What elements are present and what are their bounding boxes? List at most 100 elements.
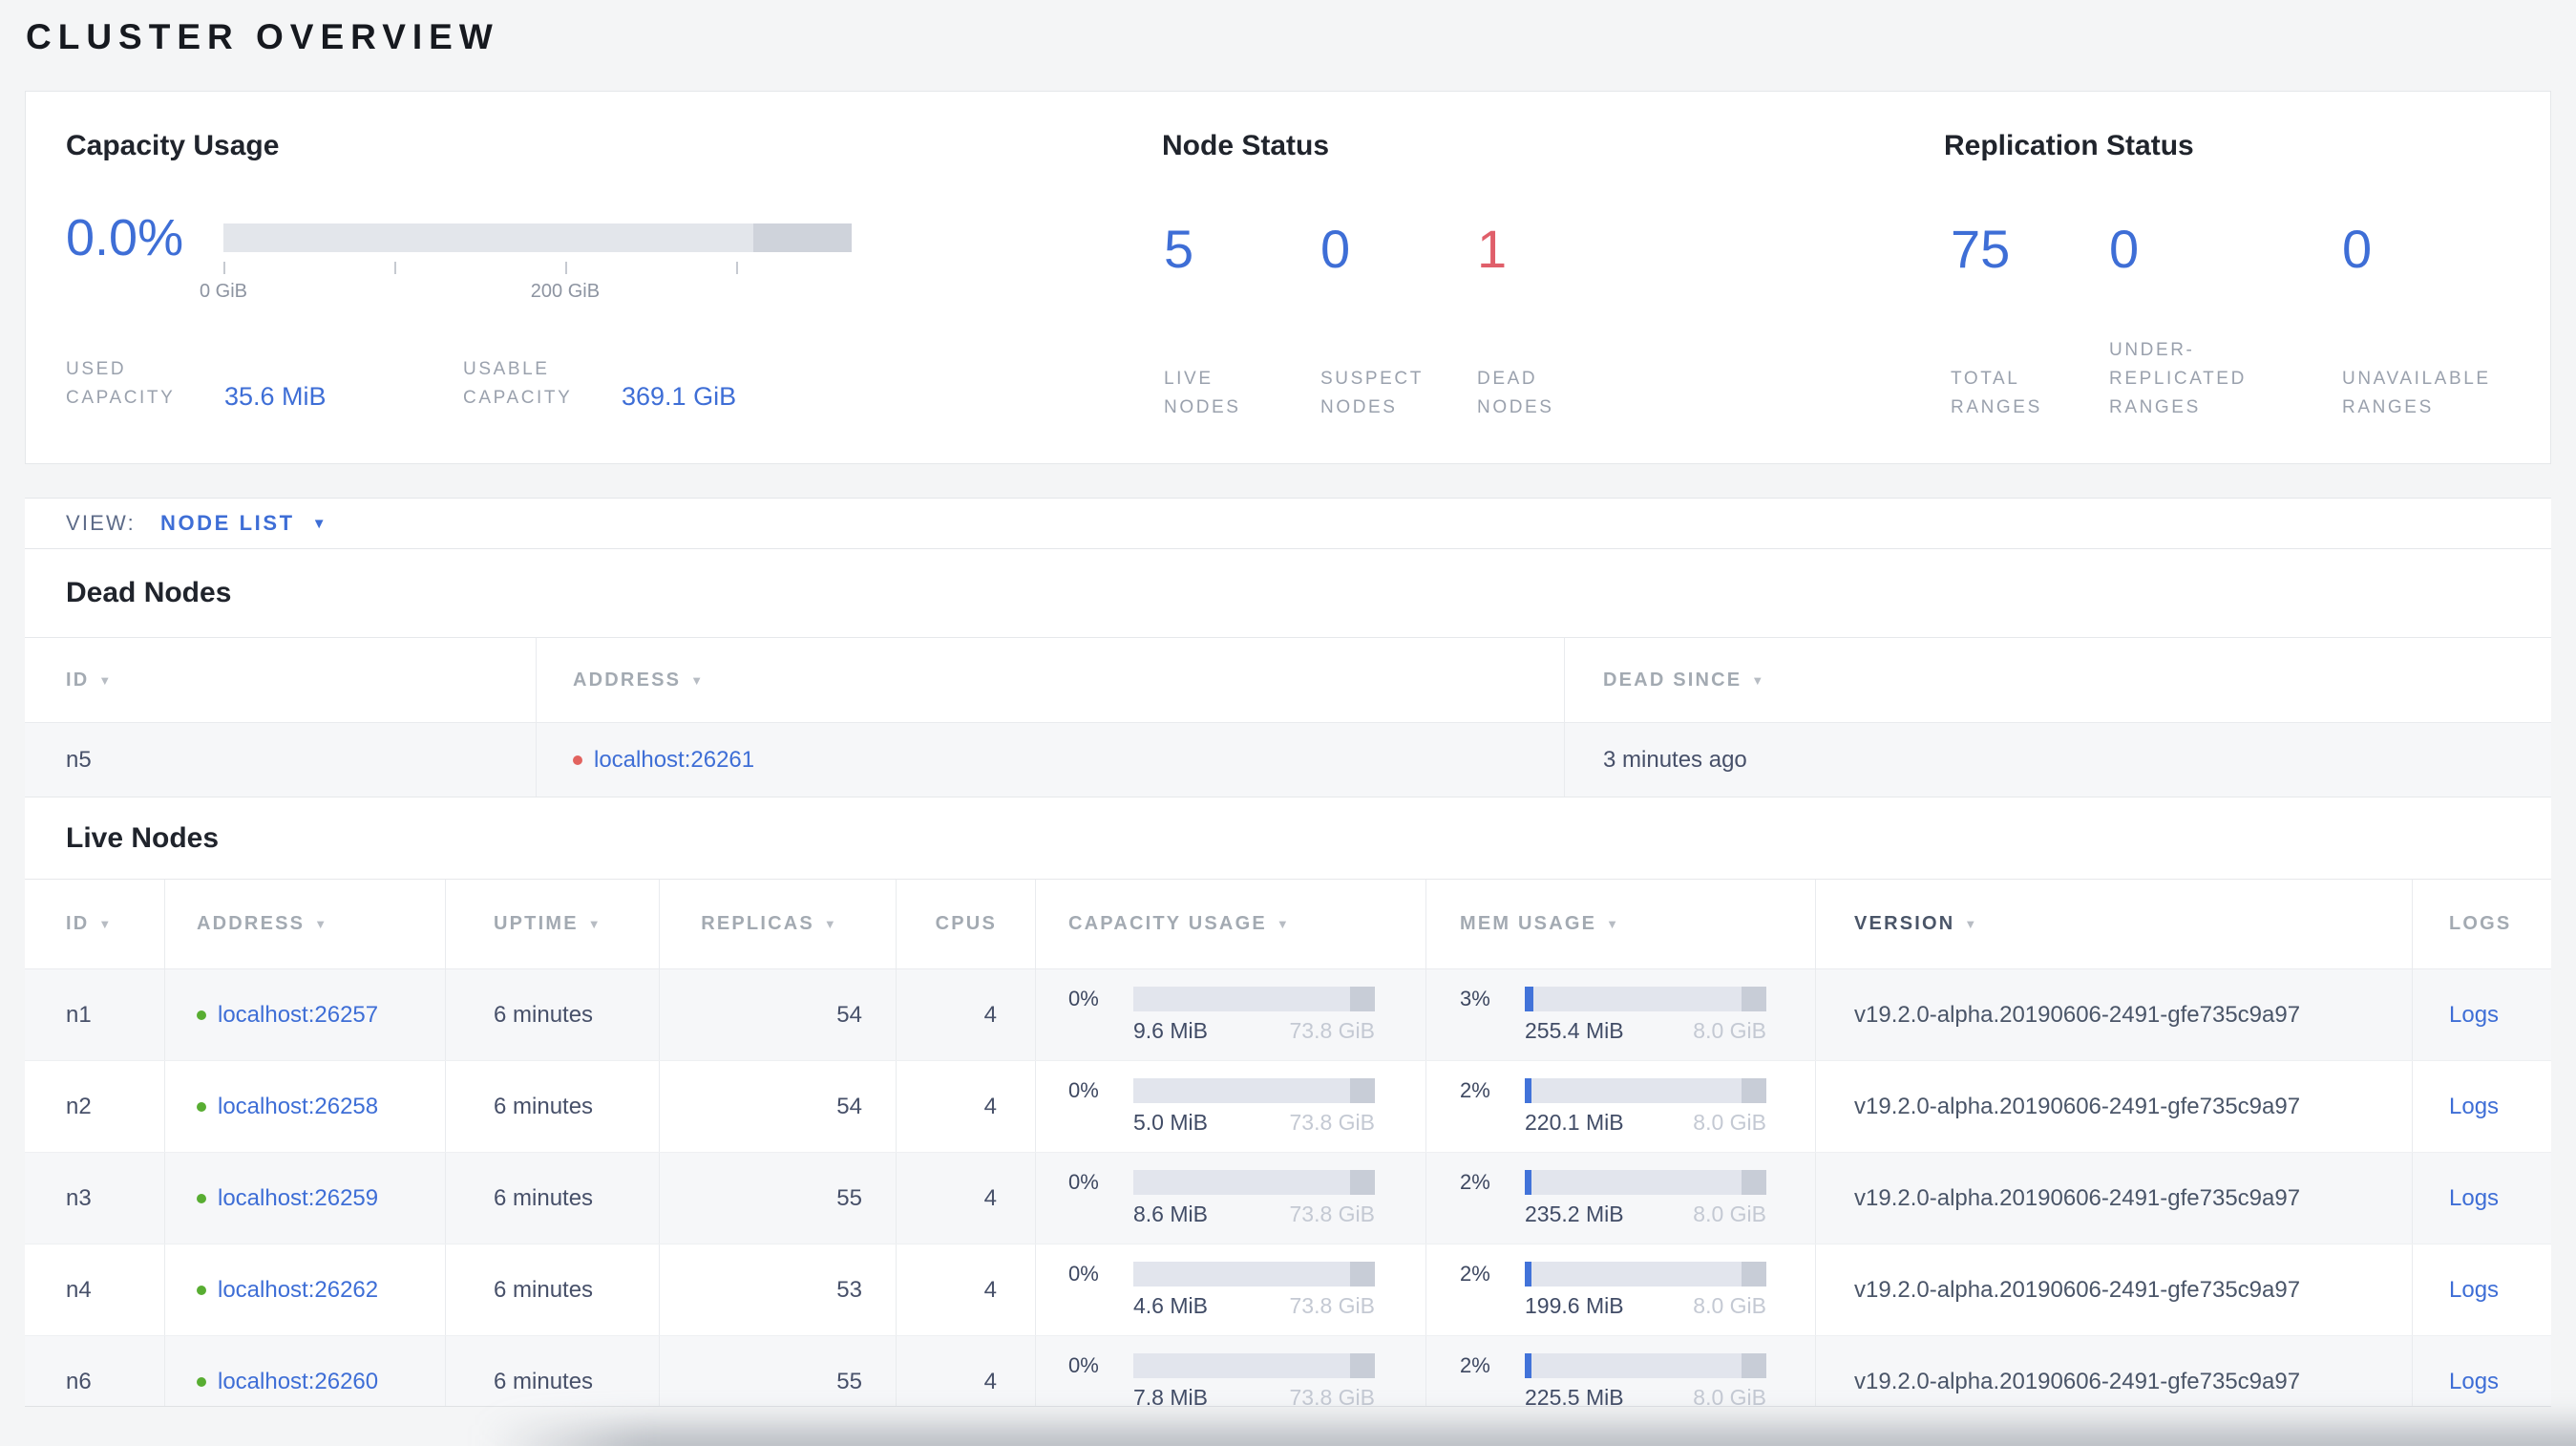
live-header-version[interactable]: VERSION ▼	[1815, 880, 2412, 968]
live-header-capacity-usage[interactable]: CAPACITY USAGE ▼	[1035, 880, 1425, 968]
column-label: UPTIME	[494, 913, 579, 934]
dead-nodes-label: DEAD NODES	[1477, 369, 1554, 417]
capacity-pct: 0%	[1068, 1169, 1099, 1194]
bar-fill	[1525, 1352, 1532, 1378]
logs-link[interactable]: Logs	[2449, 1002, 2499, 1029]
bottom-shadow	[487, 1425, 2576, 1446]
node-logs-cell: Logs	[2412, 1244, 2551, 1335]
column-label: VERSION	[1854, 913, 1955, 934]
bar-reserved-segment	[1350, 986, 1375, 1011]
dead-header-dead-since[interactable]: DEAD SINCE ▼	[1564, 638, 2551, 722]
node-address-link[interactable]: localhost:26260	[218, 1369, 378, 1395]
sort-arrow-icon: ▼	[1606, 917, 1621, 931]
mem-total: 8.0 GiB	[1693, 1109, 1766, 1135]
node-logs-cell: Logs	[2412, 1153, 2551, 1244]
node-address-link[interactable]: localhost:26259	[218, 1185, 378, 1212]
sort-arrow-icon: ▼	[690, 672, 706, 688]
node-cpus: 4	[896, 1336, 1035, 1406]
live-header-address[interactable]: ADDRESS ▼	[164, 880, 445, 968]
capacity-bar-reserved-segment	[753, 223, 852, 252]
mem-used: 235.2 MiB	[1525, 1201, 1624, 1226]
replication-status-heading: Replication Status	[1944, 130, 2194, 161]
mem-total: 8.0 GiB	[1693, 1292, 1766, 1318]
mem-used: 255.4 MiB	[1525, 1017, 1624, 1043]
node-cpus: 4	[896, 1244, 1035, 1335]
view-bar: VIEW: NODE LIST ▼	[25, 498, 2551, 549]
live-node-row: n3 localhost:26259 6 minutes 55 4 0% 8.6…	[25, 1153, 2551, 1244]
node-logs-cell: Logs	[2412, 1336, 2551, 1406]
logs-link[interactable]: Logs	[2449, 1094, 2499, 1120]
node-address-link[interactable]: localhost:26262	[218, 1277, 378, 1304]
logs-link[interactable]: Logs	[2449, 1369, 2499, 1395]
node-version: v19.2.0-alpha.20190606-2491-gfe735c9a97	[1815, 969, 2412, 1060]
mem-mini-bar	[1525, 1169, 1766, 1195]
mem-mini-bar	[1525, 1261, 1766, 1287]
node-address-link[interactable]: localhost:26258	[218, 1094, 378, 1120]
dead-nodes-table-header: ID ▼ ADDRESS ▼ DEAD SINCE ▼	[25, 638, 2551, 723]
total-ranges-stat: 75 TOTAL RANGES	[1951, 220, 2109, 422]
node-replicas: 54	[659, 1061, 896, 1152]
capacity-used: 5.0 MiB	[1133, 1109, 1208, 1135]
usable-capacity-stat: USABLE CAPACITY 369.1 GiB	[463, 355, 860, 413]
bar-reserved-segment	[1742, 986, 1766, 1011]
capacity-pct: 0%	[1068, 1077, 1099, 1102]
live-header-mem-usage[interactable]: MEM USAGE ▼	[1425, 880, 1815, 968]
live-header-cpus: CPUS	[896, 880, 1035, 968]
axis-tick-label: 200 GiB	[530, 281, 601, 302]
mem-used: 199.6 MiB	[1525, 1292, 1624, 1318]
suspect-nodes-label: SUSPECT NODES	[1320, 369, 1424, 417]
bar-fill	[1525, 1077, 1532, 1103]
under-replicated-label: UNDER- REPLICATED RANGES	[2109, 340, 2247, 417]
node-capacity-usage: 0% 8.6 MiB 73.8 GiB	[1035, 1153, 1425, 1244]
sort-arrow-icon: ▼	[314, 917, 329, 931]
node-cpus: 4	[896, 1153, 1035, 1244]
live-nodes-table-header: ID ▼ ADDRESS ▼ UPTIME ▼ REPLICAS ▼ CPUS …	[25, 880, 2551, 969]
capacity-total: 73.8 GiB	[1289, 1109, 1376, 1135]
mem-total: 8.0 GiB	[1693, 1201, 1766, 1226]
capacity-used: 8.6 MiB	[1133, 1201, 1208, 1226]
mem-used: 220.1 MiB	[1525, 1109, 1624, 1135]
node-replicas: 55	[659, 1336, 896, 1406]
used-capacity-stat: USED CAPACITY 35.6 MiB	[66, 355, 463, 413]
logs-link[interactable]: Logs	[2449, 1185, 2499, 1212]
dead-nodes-section-title: Dead Nodes	[25, 549, 2551, 638]
node-mem-usage: 3% 255.4 MiB 8.0 GiB	[1425, 969, 1815, 1060]
mem-pct: 3%	[1460, 986, 1490, 1010]
capacity-total: 73.8 GiB	[1289, 1201, 1376, 1226]
node-version: v19.2.0-alpha.20190606-2491-gfe735c9a97	[1815, 1336, 2412, 1406]
capacity-used: 7.8 MiB	[1133, 1384, 1208, 1407]
dead-header-address[interactable]: ADDRESS ▼	[536, 638, 1564, 722]
logs-link[interactable]: Logs	[2449, 1277, 2499, 1304]
node-version: v19.2.0-alpha.20190606-2491-gfe735c9a97	[1815, 1061, 2412, 1152]
dead-header-id[interactable]: ID ▼	[25, 638, 536, 722]
suspect-nodes-stat: 0 SUSPECT NODES	[1320, 220, 1477, 422]
node-address-cell: localhost:26262	[164, 1244, 445, 1335]
column-label: ID	[66, 669, 90, 691]
live-header-id[interactable]: ID ▼	[25, 880, 164, 968]
column-label: ADDRESS	[197, 913, 306, 934]
live-status-dot-icon	[197, 1010, 206, 1020]
under-replicated-stat: 0 UNDER- REPLICATED RANGES	[2109, 220, 2342, 422]
live-nodes-section-title: Live Nodes	[25, 797, 2551, 880]
node-status-stats: 5 LIVE NODES 0 SUSPECT NODES 1 DEAD NODE…	[1164, 220, 1634, 422]
bar-reserved-segment	[1742, 1077, 1766, 1103]
unavailable-ranges-stat: 0 UNAVAILABLE RANGES	[2342, 220, 2562, 422]
sort-arrow-icon: ▼	[1276, 917, 1291, 931]
live-header-logs: LOGS	[2412, 880, 2551, 968]
live-node-row: n4 localhost:26262 6 minutes 53 4 0% 4.6…	[25, 1244, 2551, 1336]
view-dropdown[interactable]: NODE LIST ▼	[160, 511, 328, 536]
bar-fill	[1525, 986, 1534, 1011]
node-address-cell: localhost:26257	[164, 969, 445, 1060]
capacity-percent: 0.0%	[66, 209, 184, 266]
view-selected-value: NODE LIST	[159, 511, 295, 535]
total-ranges-count: 75	[1951, 219, 2011, 279]
chevron-down-icon: ▼	[311, 515, 329, 532]
axis-tick	[564, 262, 567, 274]
node-capacity-usage: 0% 5.0 MiB 73.8 GiB	[1035, 1061, 1425, 1152]
live-header-replicas[interactable]: REPLICAS ▼	[659, 880, 896, 968]
dead-node-address-link[interactable]: localhost:26261	[594, 747, 754, 774]
node-address-link[interactable]: localhost:26257	[218, 1002, 378, 1029]
unavailable-ranges-label: UNAVAILABLE RANGES	[2342, 369, 2491, 417]
live-header-uptime[interactable]: UPTIME ▼	[445, 880, 659, 968]
live-node-row: n1 localhost:26257 6 minutes 54 4 0% 9.6…	[25, 969, 2551, 1061]
